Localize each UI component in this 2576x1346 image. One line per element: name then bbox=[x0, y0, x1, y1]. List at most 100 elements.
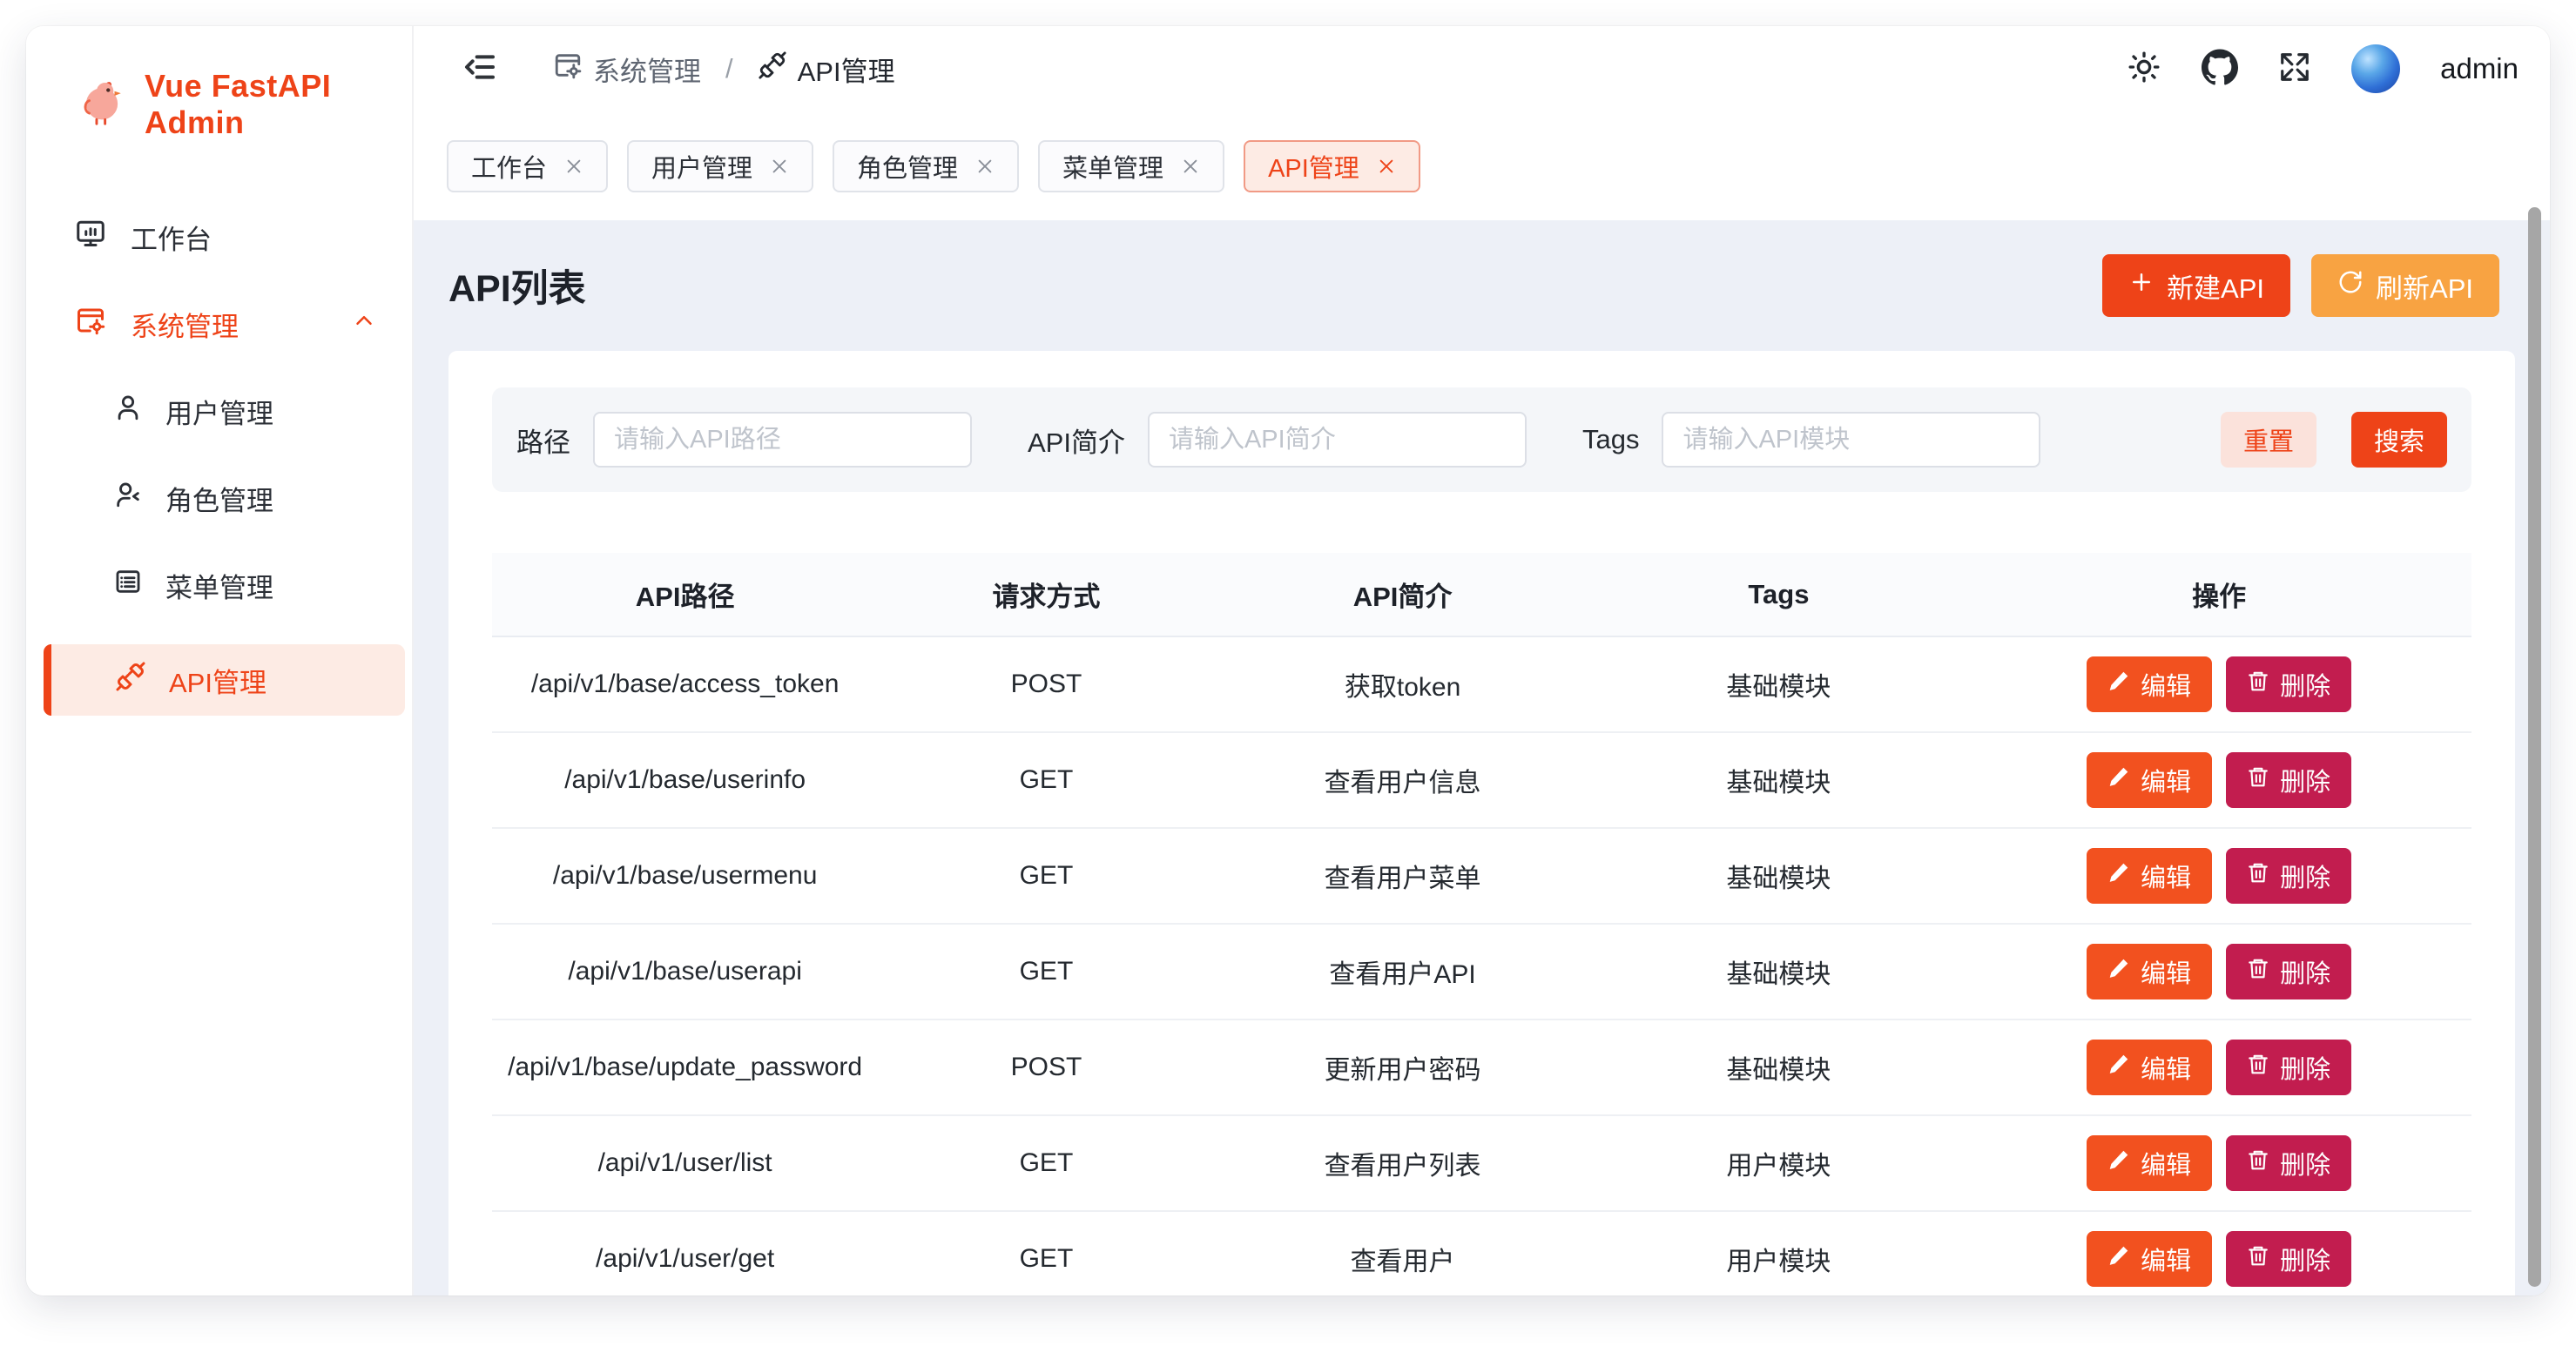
cell-path: /api/v1/user/get bbox=[492, 1211, 878, 1296]
edit-button[interactable]: 编辑 bbox=[2087, 944, 2212, 999]
filter-actions: 重置 搜索 bbox=[2221, 412, 2447, 468]
breadcrumb-api[interactable]: API管理 bbox=[758, 50, 895, 89]
close-icon[interactable] bbox=[975, 157, 995, 176]
theme-toggle-sun-icon[interactable] bbox=[2127, 50, 2161, 89]
sidebar-menu: 工作台 系统管理 用户管理 角 bbox=[26, 141, 412, 716]
cell-tags: 基础模块 bbox=[1591, 636, 1967, 732]
delete-button[interactable]: 删除 bbox=[2226, 1040, 2351, 1095]
cell-actions: 编辑 删除 bbox=[1966, 732, 2471, 828]
close-icon[interactable] bbox=[770, 157, 789, 176]
edit-button[interactable]: 编辑 bbox=[2087, 1040, 2212, 1095]
close-icon[interactable] bbox=[1377, 157, 1396, 176]
edit-button[interactable]: 编辑 bbox=[2087, 848, 2212, 904]
tab-roles[interactable]: 角色管理 bbox=[833, 140, 1019, 192]
sidebar-item-label: 角色管理 bbox=[165, 479, 273, 518]
edit-button[interactable]: 编辑 bbox=[2087, 1231, 2212, 1287]
breadcrumb-system[interactable]: 系统管理 bbox=[553, 50, 701, 89]
cell-method: GET bbox=[878, 1115, 1214, 1211]
sidebar-item-label: 用户管理 bbox=[165, 392, 273, 431]
refresh-api-button[interactable]: 刷新API bbox=[2311, 254, 2499, 317]
edit-button[interactable]: 编辑 bbox=[2087, 752, 2212, 808]
cell-path: /api/v1/base/usermenu bbox=[492, 828, 878, 924]
username: admin bbox=[2440, 52, 2519, 85]
trash-icon bbox=[2247, 765, 2269, 795]
cell-tags: 基础模块 bbox=[1591, 732, 1967, 828]
table-row: /api/v1/base/userinfo GET 查看用户信息 基础模块 编辑… bbox=[492, 732, 2471, 828]
search-button[interactable]: 搜索 bbox=[2351, 412, 2447, 468]
sidebar-item-roles[interactable]: 角色管理 bbox=[26, 470, 412, 526]
delete-button[interactable]: 删除 bbox=[2226, 944, 2351, 999]
cell-tags: 用户模块 bbox=[1591, 1115, 1967, 1211]
table-row: /api/v1/base/usermenu GET 查看用户菜单 基础模块 编辑… bbox=[492, 828, 2471, 924]
close-icon[interactable] bbox=[1181, 157, 1200, 176]
cell-path: /api/v1/user/list bbox=[492, 1115, 878, 1211]
trash-icon bbox=[2247, 1053, 2269, 1082]
cell-method: POST bbox=[878, 636, 1214, 732]
tab-menus[interactable]: 菜单管理 bbox=[1038, 140, 1224, 192]
sidebar-item-api[interactable]: API管理 bbox=[44, 644, 405, 716]
summary-filter-input[interactable] bbox=[1148, 412, 1527, 468]
table-row: /api/v1/user/get GET 查看用户 用户模块 编辑 删除 bbox=[492, 1211, 2471, 1296]
cell-actions: 编辑 删除 bbox=[1966, 924, 2471, 1020]
path-filter-input[interactable] bbox=[593, 412, 972, 468]
delete-button[interactable]: 删除 bbox=[2226, 1231, 2351, 1287]
cell-actions: 编辑 删除 bbox=[1966, 636, 2471, 732]
github-icon[interactable] bbox=[2202, 49, 2238, 90]
cell-tags: 基础模块 bbox=[1591, 924, 1967, 1020]
avatar[interactable] bbox=[2351, 44, 2400, 93]
sidebar-item-workbench[interactable]: 工作台 bbox=[26, 209, 412, 265]
table-row: /api/v1/base/userapi GET 查看用户API 基础模块 编辑… bbox=[492, 924, 2471, 1020]
breadcrumb-separator: / bbox=[725, 53, 733, 84]
sidebar-item-menus[interactable]: 菜单管理 bbox=[26, 557, 412, 613]
tab-label: 菜单管理 bbox=[1062, 148, 1163, 185]
tab-users[interactable]: 用户管理 bbox=[627, 140, 813, 192]
plug-icon bbox=[115, 661, 146, 699]
delete-button[interactable]: 删除 bbox=[2226, 656, 2351, 712]
breadcrumb: 系统管理 / API管理 bbox=[553, 50, 895, 89]
tab-workbench[interactable]: 工作台 bbox=[447, 140, 608, 192]
delete-button[interactable]: 删除 bbox=[2226, 848, 2351, 904]
close-icon[interactable] bbox=[564, 157, 583, 176]
vertical-scrollbar-thumb[interactable] bbox=[2528, 207, 2541, 1287]
pencil-icon bbox=[2107, 957, 2130, 986]
edit-label: 编辑 bbox=[2141, 762, 2191, 798]
summary-filter-label: API简介 bbox=[1028, 421, 1125, 460]
delete-button[interactable]: 删除 bbox=[2226, 752, 2351, 808]
collapse-sidebar-icon[interactable] bbox=[462, 50, 497, 89]
pencil-icon bbox=[2107, 1244, 2130, 1274]
refresh-api-label: 刷新API bbox=[2376, 266, 2473, 306]
cell-summary: 查看用户 bbox=[1215, 1211, 1591, 1296]
sidebar-item-users[interactable]: 用户管理 bbox=[26, 383, 412, 439]
tags-filter-input[interactable] bbox=[1662, 412, 2040, 468]
edit-button[interactable]: 编辑 bbox=[2087, 656, 2212, 712]
cell-summary: 查看用户API bbox=[1215, 924, 1591, 1020]
title-actions: 新建API 刷新API bbox=[2102, 254, 2515, 317]
cell-method: GET bbox=[878, 732, 1214, 828]
delete-label: 删除 bbox=[2280, 1145, 2330, 1181]
edit-button[interactable]: 编辑 bbox=[2087, 1135, 2212, 1191]
reset-button[interactable]: 重置 bbox=[2221, 412, 2316, 468]
cell-actions: 编辑 删除 bbox=[1966, 1211, 2471, 1296]
cell-path: /api/v1/base/userapi bbox=[492, 924, 878, 1020]
new-api-button[interactable]: 新建API bbox=[2102, 254, 2290, 317]
active-indicator-bar bbox=[44, 644, 51, 716]
cell-summary: 查看用户菜单 bbox=[1215, 828, 1591, 924]
delete-label: 删除 bbox=[2280, 666, 2330, 703]
tab-label: 工作台 bbox=[471, 148, 547, 185]
tab-bar: 工作台 用户管理 角色管理 菜单管理 API管理 bbox=[414, 111, 2550, 220]
trash-icon bbox=[2247, 1244, 2269, 1274]
menu-list-icon bbox=[113, 567, 143, 603]
tab-api[interactable]: API管理 bbox=[1244, 140, 1420, 192]
delete-button[interactable]: 删除 bbox=[2226, 1135, 2351, 1191]
fullscreen-icon[interactable] bbox=[2278, 50, 2311, 88]
api-table: API路径 请求方式 API简介 Tags 操作 /api/v1/base/ac… bbox=[492, 553, 2471, 1296]
sidebar-item-system[interactable]: 系统管理 bbox=[26, 296, 412, 352]
breadcrumb-label: 系统管理 bbox=[593, 50, 701, 89]
refresh-icon bbox=[2337, 269, 2364, 302]
filter-bar: 路径 API简介 Tags 重置 搜索 bbox=[492, 387, 2471, 492]
logo-row[interactable]: Vue FastAPI Admin bbox=[26, 26, 412, 141]
cell-actions: 编辑 删除 bbox=[1966, 1115, 2471, 1211]
screen: Vue FastAPI Admin 工作台 系统管理 bbox=[0, 0, 2576, 1346]
page-content: API列表 新建API 刷新API 路径 bbox=[414, 220, 2550, 1296]
path-filter-label: 路径 bbox=[516, 421, 570, 460]
